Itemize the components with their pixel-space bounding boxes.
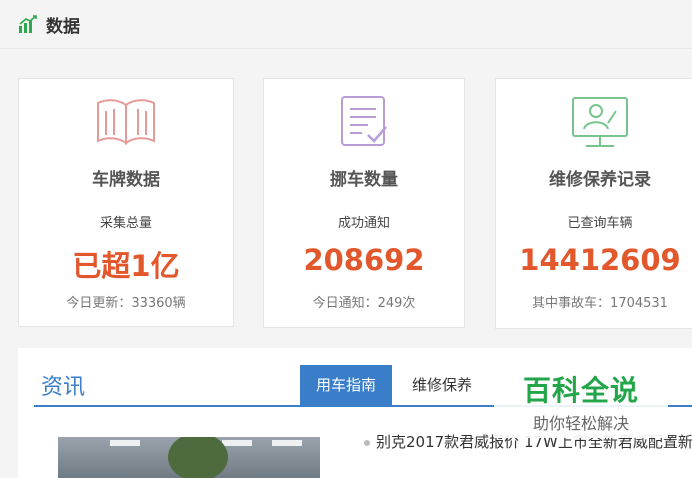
checklist-icon xyxy=(341,96,387,146)
tree-shape xyxy=(168,437,228,478)
card-value: 208692 xyxy=(303,243,425,277)
sign-shape xyxy=(222,440,252,446)
open-book-icon xyxy=(97,99,155,145)
card-name: 维修保养记录 xyxy=(549,170,651,190)
card-subtitle: 采集总量 xyxy=(99,216,152,231)
card-value: 14412609 xyxy=(519,243,681,277)
card-footer: 今日通知：249次 xyxy=(312,296,416,311)
card-footer: 今日更新：33360辆 xyxy=(66,296,186,311)
section-title: 数据 xyxy=(46,17,80,37)
card-footer: 其中事故车：1704531 xyxy=(532,296,668,311)
bullet-dot xyxy=(364,439,370,446)
card-name: 挪车数量 xyxy=(330,170,398,190)
bar-chart-icon xyxy=(19,15,37,33)
news-title: 资讯 xyxy=(41,375,86,400)
monitor-user-icon xyxy=(572,97,628,147)
news-thumbnail[interactable] xyxy=(58,437,320,478)
tab-car-guide[interactable]: 用车指南 xyxy=(300,365,393,406)
card-value: 已超1亿 xyxy=(72,249,180,283)
move-car-card[interactable]: 挪车数量 成功通知 208692 今日通知：249次 xyxy=(263,78,465,328)
sign-shape xyxy=(272,440,302,446)
card-subtitle: 成功通知 xyxy=(337,216,390,231)
tab-maintenance[interactable]: 维修保养 xyxy=(396,365,488,406)
maintenance-record-card[interactable]: 维修保养记录 已查询车辆 14412609 其中事故车：1704531 xyxy=(495,78,692,329)
card-subtitle: 已查询车辆 xyxy=(567,216,633,231)
plate-data-card[interactable]: 车牌数据 采集总量 已超1亿 今日更新：33360辆 xyxy=(18,78,234,327)
sign-shape xyxy=(110,440,140,446)
watermark-overlay: 百科全说 助你轻松解决 xyxy=(494,366,668,438)
card-name: 车牌数据 xyxy=(92,170,160,190)
watermark-main: 百科全说 xyxy=(522,374,639,407)
watermark-sub: 助你轻松解决 xyxy=(532,414,629,433)
section-header: 数据 xyxy=(0,0,692,49)
